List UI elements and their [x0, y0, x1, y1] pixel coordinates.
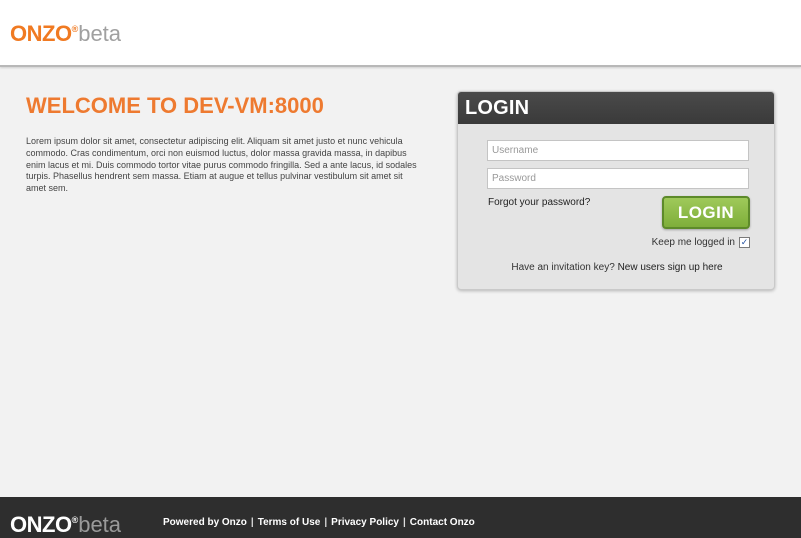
footer-logo-registered-mark: ® [71, 515, 79, 525]
welcome-text: Lorem ipsum dolor sit amet, consectetur … [26, 136, 417, 194]
footer-logo-beta: beta [78, 512, 122, 537]
invitation-line: Have an invitation key? New users sign u… [458, 262, 774, 273]
footer: ONZO ® beta Powered by Onzo | Terms of Use… [0, 497, 801, 538]
login-header: LOGIN [458, 92, 774, 124]
welcome-title: WELCOME TO DEV-VM:8000 [26, 93, 324, 118]
keep-logged-in: Keep me logged in ✓ [652, 237, 750, 248]
footer-logo-brand: ONZO [10, 512, 72, 537]
password-input[interactable] [487, 168, 749, 189]
logo-brand: ONZO [10, 21, 72, 46]
keep-logged-in-label: Keep me logged in [651, 237, 735, 248]
header: ONZO ® beta [0, 0, 801, 67]
login-panel: LOGIN Forgot your password? LOGIN Keep m… [457, 91, 775, 290]
logo-beta: beta [78, 21, 122, 46]
footer-separator: | [250, 517, 254, 528]
invitation-prompt: Have an invitation key? [511, 262, 615, 273]
forgot-password-link[interactable]: Forgot your password? [488, 197, 590, 208]
login-title: LOGIN [465, 97, 530, 119]
logo-registered-mark: ® [71, 24, 79, 34]
footer-link-privacy[interactable]: Privacy Policy [331, 517, 399, 528]
footer-link-powered-by[interactable]: Powered by Onzo [163, 517, 247, 528]
footer-links: Powered by Onzo | Terms of Use | Privacy… [163, 517, 475, 528]
username-input[interactable] [487, 140, 749, 161]
footer-link-terms[interactable]: Terms of Use [258, 517, 321, 528]
footer-onzo-beta-logo[interactable]: ONZO ® beta [10, 513, 121, 538]
footer-separator: | [402, 517, 406, 528]
onzo-beta-logo[interactable]: ONZO ® beta [10, 22, 121, 50]
login-button[interactable]: LOGIN [662, 196, 750, 229]
footer-link-contact[interactable]: Contact Onzo [410, 517, 475, 528]
keep-logged-in-checkbox[interactable]: ✓ [739, 237, 750, 248]
footer-separator: | [324, 517, 328, 528]
signup-link[interactable]: New users sign up here [618, 262, 723, 273]
